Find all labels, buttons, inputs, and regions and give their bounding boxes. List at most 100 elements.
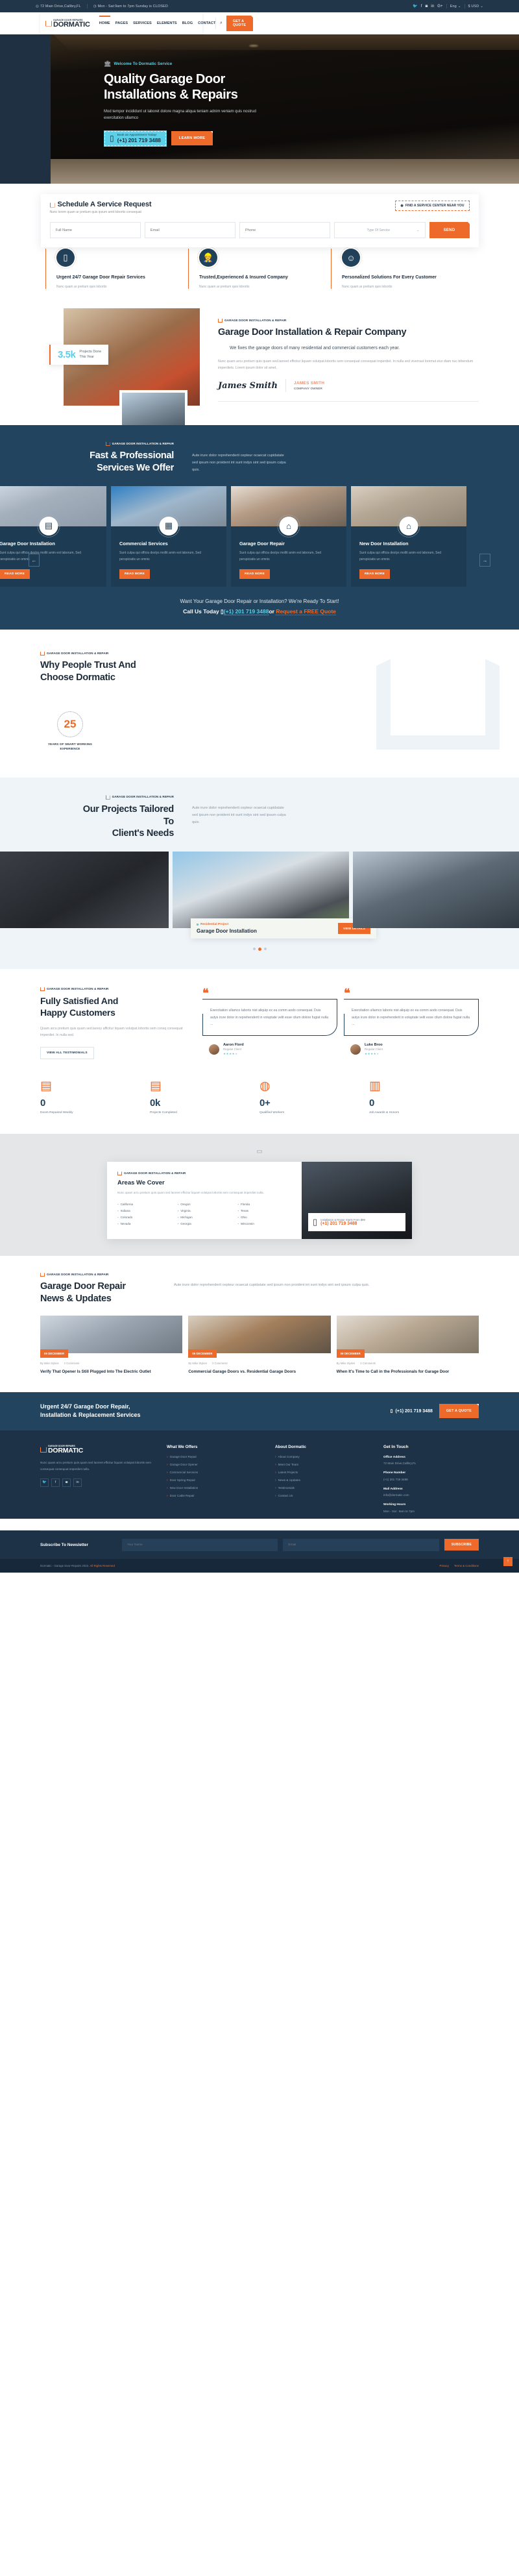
hero-phone-box[interactable]: ▯ Book an Appointment Today! (+1) 201 71… — [104, 130, 167, 147]
google-plus-icon[interactable]: G+ — [437, 5, 442, 8]
newsletter-email-input[interactable] — [283, 1538, 439, 1551]
service-card[interactable]: ▤ Garage Door Installation Sunt culpa qu… — [0, 485, 106, 587]
read-more-button[interactable]: READ MORE — [119, 569, 151, 580]
footer-link[interactable]: Commercial Services — [167, 1471, 262, 1475]
linkedin-icon[interactable]: in — [73, 1478, 82, 1487]
nav-home[interactable]: HOME — [99, 16, 110, 25]
news-title[interactable]: When It's Time to Call in the Profession… — [337, 1369, 479, 1375]
footer-link[interactable]: Contact Us — [275, 1494, 370, 1498]
footer-link[interactable]: Garage Door Repair — [167, 1455, 262, 1459]
area-item[interactable]: ▪ Texas — [237, 1209, 291, 1212]
area-item[interactable]: ▪ Nevada — [117, 1222, 171, 1225]
about-section: 3.5k Projects Done This Year GARAGE DOOR … — [0, 306, 519, 430]
find-service-center-button[interactable]: ◉ FIND A SERVICE CENTER NEAR YOU — [395, 201, 470, 211]
footer-link[interactable]: News & Updates — [275, 1478, 370, 1482]
news-card[interactable]: 09 DECEMBER By Mike Stykes 2 Comments Co… — [188, 1316, 331, 1375]
footer-link[interactable]: About Company — [275, 1455, 370, 1459]
area-item[interactable]: ▪ Georgia — [178, 1222, 232, 1225]
privacy-link[interactable]: Privacy — [440, 1564, 449, 1567]
nav-pages[interactable]: PAGES — [115, 21, 128, 25]
footer-link[interactable]: Door Spring Repair — [167, 1478, 262, 1482]
search-icon[interactable]: ⌕ — [220, 21, 223, 26]
area-item[interactable]: ▪ Michigan — [178, 1216, 232, 1219]
about-eyebrow: GARAGE DOOR INSTALLATION & REPAIR — [218, 317, 479, 323]
area-item[interactable]: ▪ Ohio — [237, 1216, 291, 1219]
back-to-top-arrow-up-icon[interactable]: ↑ — [503, 1556, 513, 1566]
facebook-icon[interactable]: f — [51, 1478, 60, 1487]
instagram-icon[interactable]: ◙ — [426, 5, 428, 8]
testimonials-heading: Fully Satisfied And Happy Customers — [40, 996, 119, 1018]
area-item[interactable]: ▪ California — [117, 1203, 171, 1206]
news-card[interactable]: 09 DECEMBER By Mike Stykes 2 Comments Wh… — [336, 1316, 479, 1375]
project-image[interactable] — [0, 852, 169, 929]
subscribe-button[interactable]: SUBSCRIBE — [444, 1539, 479, 1551]
area-item[interactable]: ▪ Virginia — [178, 1209, 232, 1212]
footer-link[interactable]: Meet Our Team — [275, 1463, 370, 1467]
nav-services[interactable]: SERVICES — [133, 21, 152, 25]
service-card[interactable]: ▦ Commercial Services Sunt culpa qui off… — [111, 485, 226, 587]
footer-link[interactable]: Garage Door Opener — [167, 1463, 262, 1467]
newsletter-name-input[interactable] — [122, 1538, 278, 1551]
terms-link[interactable]: Terms & Conditions — [454, 1564, 479, 1567]
footer-link[interactable]: New Door Installation — [167, 1486, 262, 1490]
warehouse-icon: ▤ — [40, 1079, 52, 1094]
area-item[interactable]: ▪ Colorado — [117, 1216, 171, 1219]
house-logo-icon — [45, 19, 52, 27]
nav-blog[interactable]: BLOG — [182, 21, 193, 25]
currency-selector[interactable]: $ USD ⌄ — [468, 5, 483, 8]
twitter-icon[interactable]: 🐦 — [413, 4, 418, 8]
news-card[interactable]: 09 DECEMBER By Mike Stykes 2 Comments Ve… — [40, 1316, 183, 1375]
carousel-next-arrow-right-icon[interactable]: → — [479, 554, 490, 567]
areas-phone-box[interactable]: ▯ Installation & Repair Starts From $99 … — [308, 1213, 405, 1232]
full-name-input[interactable] — [49, 222, 141, 238]
type-of-service-select[interactable]: Type Of Service ⌄ — [334, 222, 426, 238]
service-card[interactable]: ⌂ New Door Installation Sunt culpa qui o… — [351, 485, 466, 587]
nav-elements[interactable]: ELEMENTS — [157, 21, 177, 25]
all-rights-link[interactable]: All Rights Reserved — [90, 1564, 115, 1567]
footer-link[interactable]: Testimonials — [275, 1486, 370, 1490]
area-item[interactable]: ▪ Florida — [237, 1203, 291, 1206]
carousel-prev-arrow-left-icon[interactable]: ← — [29, 554, 40, 567]
request-free-quote-link[interactable]: Request a FREE Quote — [276, 608, 336, 616]
project-image[interactable] — [353, 852, 519, 929]
send-button[interactable]: SEND — [429, 222, 470, 238]
learn-more-button[interactable]: LEARN MORE — [171, 131, 213, 146]
footer-link[interactable]: Latest Projects — [275, 1471, 370, 1475]
facebook-icon[interactable]: f — [421, 5, 422, 8]
project-image-featured[interactable]: Residential Project Garage Door Installa… — [173, 852, 376, 939]
linkedin-icon[interactable]: in — [431, 5, 434, 8]
language-selector[interactable]: Eng ⌄ — [450, 5, 461, 8]
projects-gallery: Residential Project Garage Door Installa… — [0, 852, 519, 939]
area-item[interactable]: ▪ Oregon — [178, 1203, 232, 1206]
get-a-quote-button[interactable]: GET A QUOTE — [226, 16, 253, 31]
carousel-dot-active[interactable] — [258, 948, 261, 951]
feature-text: Nunc quam ar pretium quis lobortis — [342, 285, 392, 289]
footer-col-title: Get In Touch — [383, 1444, 409, 1449]
read-more-button[interactable]: READ MORE — [239, 569, 271, 580]
read-more-button[interactable]: READ MORE — [0, 569, 30, 580]
hero-light — [249, 45, 258, 47]
read-more-button[interactable]: READ MORE — [359, 569, 391, 580]
footer-link[interactable]: Door Cable Repair — [167, 1494, 262, 1498]
nav-contact[interactable]: CONTACT — [198, 21, 215, 25]
package-hand-icon: ▥ — [369, 1079, 381, 1094]
carousel-dot[interactable] — [252, 948, 256, 951]
services-phone[interactable]: (+1) 201 719 3488 — [223, 608, 269, 616]
news-title[interactable]: Verify That Opener Is Still Plugged Into… — [40, 1369, 182, 1375]
logo[interactable]: GARAGE DOOR REPAIRS DORMATIC — [45, 19, 90, 29]
carousel-dot[interactable] — [263, 948, 267, 951]
area-item[interactable]: ▪ Indiana — [117, 1209, 171, 1212]
news-title[interactable]: Commercial Garage Doors vs. Residential … — [188, 1369, 330, 1375]
areas-column: ▪ California ▪ Indiana ▪ Colorado ▪ Nevada — [117, 1203, 171, 1229]
twitter-icon[interactable]: 🐦 — [40, 1478, 49, 1487]
view-all-testimonials-button[interactable]: VIEW ALL TESTIMONIALS — [40, 1047, 94, 1060]
footer-logo[interactable]: GARAGE DOOR REPAIRS DORMATIC — [40, 1445, 154, 1454]
service-card[interactable]: ⌂ Garage Door Repair Sunt culpa qui offi… — [231, 485, 346, 587]
instagram-icon[interactable]: ◙ — [62, 1478, 71, 1487]
cta-phone[interactable]: ▯ (+1) 201 719 3488 — [391, 1408, 433, 1414]
garage-icon: ▤ — [37, 514, 60, 537]
area-item[interactable]: ▪ Wisconsin — [237, 1222, 291, 1225]
email-input[interactable] — [144, 222, 235, 238]
cta-get-a-quote-button[interactable]: GET A QUOTE — [439, 1404, 479, 1419]
phone-input[interactable] — [239, 222, 331, 238]
